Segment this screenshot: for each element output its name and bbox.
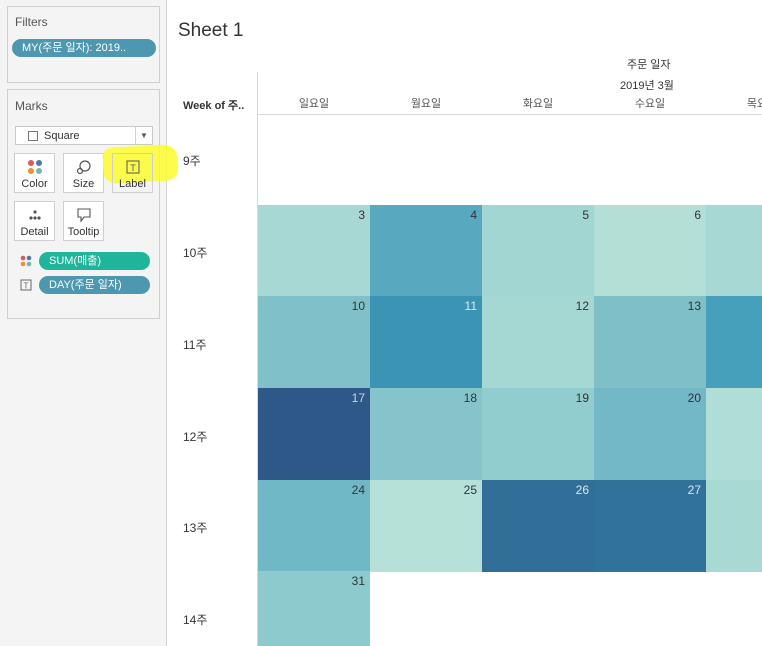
cell-day-number: 11	[464, 299, 477, 313]
detail-button-label: Detail	[20, 226, 49, 238]
day-header-tue: 화요일	[522, 98, 554, 110]
label-button[interactable]: T Label	[112, 153, 153, 193]
color-button[interactable]: Color	[14, 153, 55, 193]
cell-day-number: 19	[575, 391, 589, 405]
cell-day-number: 17	[351, 391, 365, 405]
calendar-cell[interactable]: 13	[594, 296, 706, 388]
text-label-icon: T	[126, 160, 139, 174]
cell-day-number: 26	[575, 483, 589, 497]
calendar-cell[interactable]: 20	[594, 388, 706, 480]
color-button-label: Color	[21, 178, 48, 190]
left-panel: Filters MY(주문 일자): 2019.. Marks Square ▼…	[0, 0, 179, 646]
field-pill-day-order-date[interactable]: DAY(주문 일자)	[39, 276, 150, 294]
calendar-cell[interactable]	[706, 205, 762, 297]
cell-day-number: 3	[358, 208, 365, 222]
calendar-cell[interactable]: 26	[482, 480, 594, 572]
month-header: 2019년 3월	[620, 80, 674, 92]
calendar-cell[interactable]: 17	[258, 388, 370, 480]
cell-day-number: 13	[687, 299, 701, 313]
tooltip-button[interactable]: Tooltip	[63, 201, 104, 241]
cell-day-number: 10	[351, 299, 365, 313]
header-divider	[257, 114, 762, 115]
size-button-label: Size	[72, 178, 95, 190]
week-label: 14주	[183, 613, 208, 627]
cell-day-number: 12	[575, 299, 589, 313]
calendar-cell[interactable]: 25	[370, 480, 482, 572]
detail-icon	[28, 210, 41, 220]
calendar-cell[interactable]	[706, 480, 762, 572]
filters-title: Filters	[15, 15, 48, 29]
cell-day-number: 18	[463, 391, 477, 405]
calendar-cell[interactable]: 11	[370, 296, 482, 388]
calendar-cell[interactable]: 18	[370, 388, 482, 480]
calendar-cell[interactable]	[706, 388, 762, 480]
tooltip-icon	[76, 208, 91, 223]
filters-card: Filters MY(주문 일자): 2019..	[7, 6, 160, 83]
text-label-icon: T	[20, 279, 32, 291]
calendar-cell[interactable]: 27	[594, 480, 706, 572]
calendar-cell[interactable]: 19	[482, 388, 594, 480]
day-header-wed: 수요일	[634, 98, 666, 110]
mark-type-label: Square	[44, 130, 80, 142]
row-header-week: Week of 주..	[183, 100, 245, 112]
column-header-order-date: 주문 일자	[627, 59, 671, 71]
cell-day-number: 25	[463, 483, 477, 497]
mark-type-select[interactable]: Square ▼	[15, 126, 153, 145]
cell-day-number: 31	[351, 574, 365, 588]
calendar-cell[interactable]: 3	[258, 205, 370, 297]
svg-text:T: T	[130, 163, 136, 173]
week-label: 9주	[183, 154, 201, 168]
calendar-cell[interactable]	[706, 296, 762, 388]
day-header-thu: 목요일	[746, 98, 762, 110]
color-dots-icon	[20, 255, 32, 267]
chevron-down-icon[interactable]: ▼	[135, 127, 152, 144]
day-header-mon: 월요일	[410, 98, 442, 110]
cell-day-number: 20	[687, 391, 701, 405]
calendar-cell[interactable]: 4	[370, 205, 482, 297]
cell-day-number: 4	[470, 208, 477, 222]
svg-text:T: T	[24, 282, 29, 291]
calendar-cell[interactable]: 31	[258, 571, 370, 646]
cell-day-number: 6	[694, 208, 701, 222]
calendar-cell[interactable]: 10	[258, 296, 370, 388]
color-icon	[27, 160, 42, 174]
filter-pill-month[interactable]: MY(주문 일자): 2019..	[12, 39, 156, 57]
cell-day-number: 24	[351, 483, 365, 497]
square-icon	[28, 131, 38, 141]
day-header-sun: 일요일	[298, 98, 330, 110]
calendar-cell[interactable]: 6	[594, 205, 706, 297]
calendar-cell[interactable]: 5	[482, 205, 594, 297]
calendar-cell[interactable]: 24	[258, 480, 370, 572]
detail-button[interactable]: Detail	[14, 201, 55, 241]
size-button[interactable]: Size	[63, 153, 104, 193]
cell-day-number: 5	[582, 208, 589, 222]
sheet-title: Sheet 1	[178, 20, 244, 41]
tooltip-button-label: Tooltip	[67, 226, 100, 238]
cell-day-number: 27	[687, 483, 701, 497]
marks-card: Marks Square ▼ Color Size T Label Detail…	[7, 89, 179, 319]
label-button-label: Label	[119, 178, 146, 190]
week-label: 11주	[183, 338, 207, 352]
marks-title: Marks	[15, 99, 48, 113]
week-label: 13주	[183, 521, 208, 535]
calendar-cell[interactable]: 12	[482, 296, 594, 388]
field-pill-sum-sales[interactable]: SUM(매출)	[39, 252, 150, 270]
week-label: 12주	[183, 430, 208, 444]
size-icon	[76, 160, 91, 175]
week-label: 10주	[183, 246, 208, 260]
